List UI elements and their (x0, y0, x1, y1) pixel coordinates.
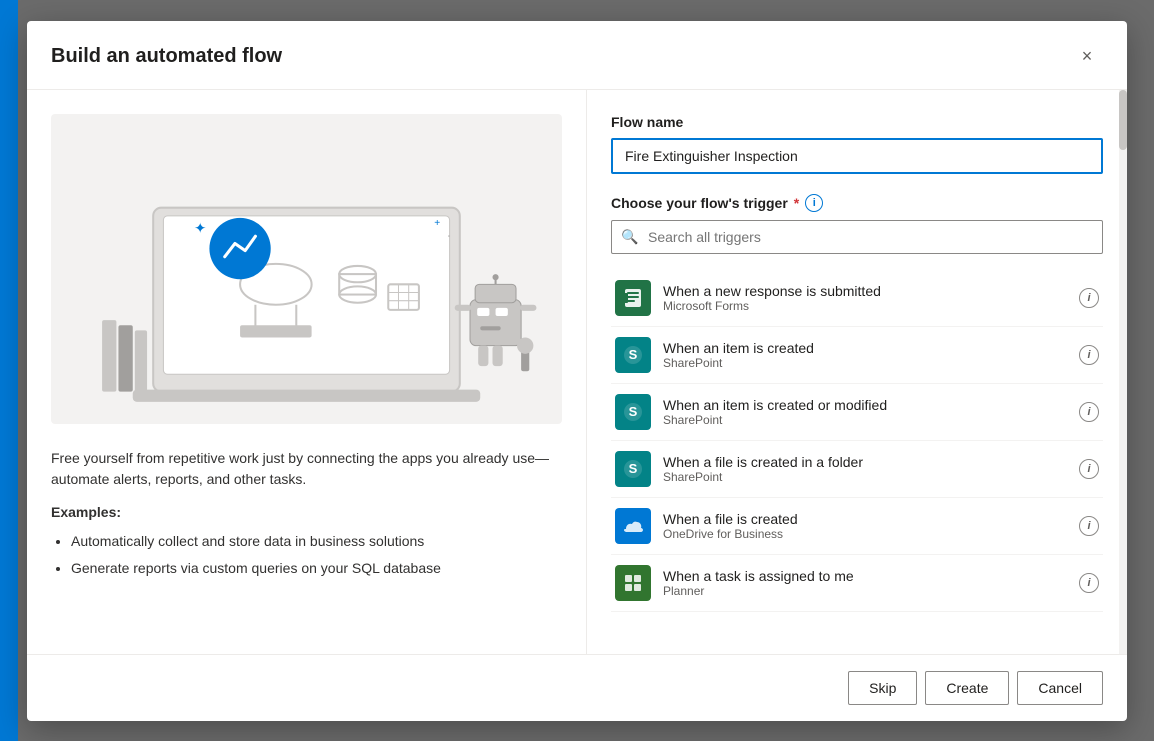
trigger-info-btn-sp2[interactable]: i (1079, 402, 1099, 422)
left-accent-bar (0, 0, 18, 741)
scrollbar-thumb[interactable] (1119, 90, 1127, 150)
trigger-name-sp1: When an item is created (663, 340, 1067, 356)
left-description: Free yourself from repetitive work just … (51, 448, 562, 585)
dialog-header: Build an automated flow × (27, 21, 1127, 90)
create-button[interactable]: Create (925, 671, 1009, 705)
trigger-info-onedrive: When a file is created OneDrive for Busi… (663, 511, 1067, 541)
svg-text:·: · (448, 231, 451, 240)
trigger-service-onedrive: OneDrive for Business (663, 527, 1067, 541)
close-button[interactable]: × (1071, 41, 1103, 73)
search-triggers-input[interactable] (611, 220, 1103, 254)
sharepoint-icon-2: S (615, 394, 651, 430)
trigger-info-sp1: When an item is created SharePoint (663, 340, 1067, 370)
trigger-info-btn-forms[interactable]: i (1079, 288, 1099, 308)
skip-button[interactable]: Skip (848, 671, 917, 705)
trigger-item-planner[interactable]: When a task is assigned to me Planner i (611, 555, 1103, 612)
examples-list: Automatically collect and store data in … (51, 531, 562, 579)
search-box: 🔍 (611, 220, 1103, 254)
trigger-service-forms: Microsoft Forms (663, 299, 1067, 313)
trigger-service-planner: Planner (663, 584, 1067, 598)
svg-text:✦: ✦ (194, 221, 206, 237)
onedrive-icon (615, 508, 651, 544)
trigger-service-sp2: SharePoint (663, 413, 1067, 427)
trigger-name-planner: When a task is assigned to me (663, 568, 1067, 584)
trigger-item-forms[interactable]: When a new response is submitted Microso… (611, 270, 1103, 327)
dialog-footer: Skip Create Cancel (27, 654, 1127, 721)
trigger-info-btn-sp1[interactable]: i (1079, 345, 1099, 365)
trigger-info-btn-planner[interactable]: i (1079, 573, 1099, 593)
trigger-name-onedrive: When a file is created (663, 511, 1067, 527)
sharepoint-icon-3: S (615, 451, 651, 487)
trigger-name-sp3: When a file is created in a folder (663, 454, 1067, 470)
trigger-info-icon[interactable]: i (805, 194, 823, 212)
svg-text:S: S (629, 461, 638, 476)
svg-text:S: S (629, 404, 638, 419)
trigger-name-sp2: When an item is created or modified (663, 397, 1067, 413)
sharepoint-icon-1: S (615, 337, 651, 373)
dialog-overlay: Build an automated flow × (0, 0, 1154, 741)
trigger-name-forms: When a new response is submitted (663, 283, 1067, 299)
trigger-info-forms: When a new response is submitted Microso… (663, 283, 1067, 313)
right-panel: Flow name Choose your flow's trigger * i… (587, 90, 1127, 654)
left-panel: ✦ + · Free yourself from repetitive work… (27, 90, 587, 654)
trigger-item-onedrive[interactable]: When a file is created OneDrive for Busi… (611, 498, 1103, 555)
trigger-info-sp2: When an item is created or modified Shar… (663, 397, 1067, 427)
trigger-item-sharepoint1[interactable]: S When an item is created SharePoint i (611, 327, 1103, 384)
flow-name-label: Flow name (611, 114, 1103, 130)
examples-title: Examples: (51, 502, 562, 523)
trigger-label-text: Choose your flow's trigger (611, 195, 788, 211)
flow-name-input[interactable] (611, 138, 1103, 174)
trigger-service-sp3: SharePoint (663, 470, 1067, 484)
svg-text:S: S (629, 347, 638, 362)
required-indicator: * (794, 195, 799, 211)
scrollbar-track[interactable] (1119, 90, 1127, 654)
dialog-title: Build an automated flow (51, 45, 282, 68)
trigger-info-planner: When a task is assigned to me Planner (663, 568, 1067, 598)
bullet-item-1: Automatically collect and store data in … (71, 531, 562, 552)
planner-icon (615, 565, 651, 601)
build-automated-flow-dialog: Build an automated flow × (27, 21, 1127, 721)
dialog-body: ✦ + · Free yourself from repetitive work… (27, 90, 1127, 654)
search-icon: 🔍 (621, 228, 638, 245)
trigger-info-sp3: When a file is created in a folder Share… (663, 454, 1067, 484)
illustration: ✦ + · (51, 114, 562, 424)
triggers-list: When a new response is submitted Microso… (611, 270, 1103, 630)
cancel-button[interactable]: Cancel (1017, 671, 1103, 705)
trigger-item-sharepoint3[interactable]: S When a file is created in a folder Sha… (611, 441, 1103, 498)
forms-icon (615, 280, 651, 316)
svg-text:+: + (434, 218, 440, 229)
trigger-section-label: Choose your flow's trigger * i (611, 194, 1103, 212)
trigger-service-sp1: SharePoint (663, 356, 1067, 370)
bullet-item-2: Generate reports via custom queries on y… (71, 558, 562, 579)
trigger-item-sharepoint2[interactable]: S When an item is created or modified Sh… (611, 384, 1103, 441)
trigger-info-btn-onedrive[interactable]: i (1079, 516, 1099, 536)
trigger-info-btn-sp3[interactable]: i (1079, 459, 1099, 479)
description-text: Free yourself from repetitive work just … (51, 448, 562, 490)
